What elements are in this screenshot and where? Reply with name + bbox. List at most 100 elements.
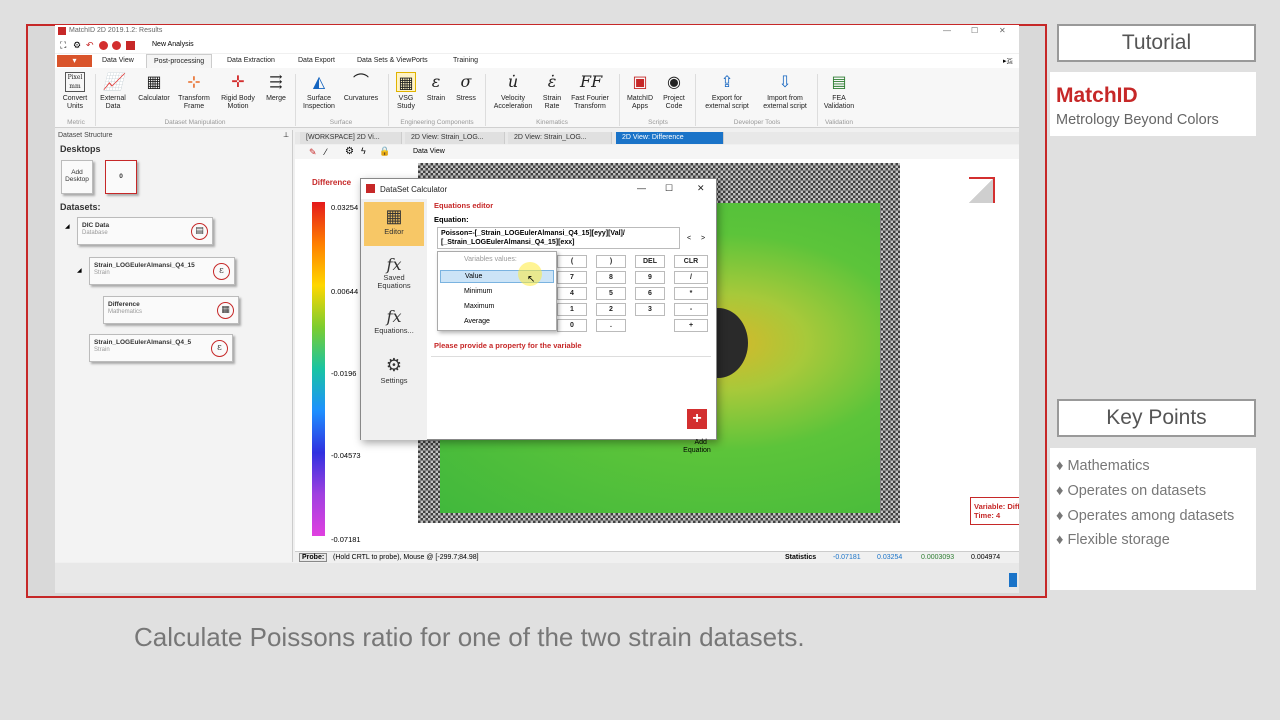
- tab-data-view[interactable]: Data View: [95, 54, 141, 68]
- edit-icon[interactable]: ✎: [309, 147, 317, 158]
- matchid-apps-button[interactable]: ▣ MatchID Apps: [623, 72, 657, 111]
- tab-2d-view-strain-2[interactable]: 2D View: Strain_LOG...: [508, 132, 612, 144]
- probe-label[interactable]: Probe:: [299, 553, 328, 562]
- expand-icon[interactable]: ◢: [77, 267, 82, 274]
- option-average[interactable]: Average: [464, 318, 490, 325]
- curvatures-button[interactable]: ⌒ Curvatures: [341, 72, 381, 103]
- surface-inspection-button[interactable]: ◭ Surface Inspection: [299, 72, 339, 111]
- fft-button[interactable]: FF Fast Fourier Transform: [567, 72, 613, 111]
- transform-frame-button[interactable]: ⊹ Transform Frame: [175, 72, 213, 111]
- settings-icon[interactable]: ⚙: [345, 146, 354, 157]
- stop-icon[interactable]: [99, 41, 108, 50]
- key-multiply[interactable]: *: [674, 287, 708, 300]
- eyedropper-icon[interactable]: ⁄: [325, 147, 327, 157]
- convert-units-button[interactable]: Pixel mm Convert Units: [59, 72, 91, 111]
- scale-tick: -0.07181: [331, 535, 361, 544]
- close-icon[interactable]: ✕: [999, 26, 1006, 35]
- option-minimum[interactable]: Minimum: [464, 288, 492, 295]
- close-icon[interactable]: ✕: [697, 183, 705, 194]
- new-analysis-icon[interactable]: [126, 41, 135, 50]
- velocity-acceleration-button[interactable]: u̇ Velocity Acceleration: [489, 72, 537, 111]
- dataset-strain-q4-15[interactable]: Strain_LOGEulerAlmansi_Q4_15 Strain ε: [89, 257, 235, 285]
- status-bar: Probe: (Hold CRTL to probe), Mouse @ [-2…: [295, 551, 1019, 563]
- vsg-study-button[interactable]: ▦ VSG Study: [392, 72, 420, 111]
- minimize-icon[interactable]: —: [637, 183, 646, 193]
- fullscreen-icon[interactable]: ⛶: [60, 40, 66, 51]
- key-4[interactable]: 4: [557, 287, 587, 300]
- key-3[interactable]: 3: [635, 303, 665, 316]
- project-code-button[interactable]: ◉ Project Code: [659, 72, 689, 111]
- cursor-left-button[interactable]: <: [687, 235, 691, 242]
- key-dot[interactable]: .: [596, 319, 626, 332]
- new-analysis-label[interactable]: New Analysis: [152, 41, 194, 48]
- stat-min: -0.07181: [833, 554, 861, 561]
- expand-icon[interactable]: ◢: [65, 223, 70, 230]
- saved-equations-button[interactable]: fx Saved Equations: [364, 255, 424, 299]
- maximize-icon[interactable]: ☐: [971, 26, 978, 35]
- editor-button[interactable]: ▦ Editor: [364, 202, 424, 246]
- brand-box: MatchID Metrology Beyond Colors: [1050, 72, 1256, 136]
- key-del[interactable]: DEL: [635, 255, 665, 268]
- window-title: MatchID 2D 2019.1.2: Results: [69, 27, 163, 34]
- import-external-script-button[interactable]: ⇩ Import from external script: [757, 72, 813, 111]
- mouse-cursor-icon: ↖: [527, 274, 536, 285]
- record-icon[interactable]: [112, 41, 121, 50]
- option-maximum[interactable]: Maximum: [464, 303, 494, 310]
- add-desktop-button[interactable]: Add Desktop: [61, 160, 93, 194]
- key-plus[interactable]: +: [674, 319, 708, 332]
- key-divide[interactable]: /: [674, 271, 708, 284]
- tab-2d-view-difference[interactable]: 2D View: Difference: [616, 132, 724, 144]
- key-6[interactable]: 6: [635, 287, 665, 300]
- external-data-button[interactable]: 📈 External Data: [99, 72, 127, 111]
- tab-data-extraction[interactable]: Data Extraction: [220, 54, 282, 68]
- dataset-dic-data[interactable]: DIC Data Database ▤: [77, 217, 213, 245]
- flash-icon[interactable]: ϟ: [361, 146, 366, 156]
- cursor-right-button[interactable]: >: [701, 235, 705, 242]
- tab-post-processing[interactable]: Post-processing: [146, 54, 213, 68]
- tab-datasets-viewports[interactable]: Data Sets & ViewPorts: [350, 54, 435, 68]
- stress-button[interactable]: σ Stress: [452, 72, 480, 103]
- dataset-strain-q4-5[interactable]: Strain_LOGEulerAlmansi_Q4_5 Strain ε: [89, 334, 233, 362]
- undo-icon[interactable]: ↶: [86, 40, 94, 51]
- tab-training[interactable]: Training: [446, 54, 485, 68]
- equation-input[interactable]: Poisson=-[_Strain_LOGEulerAlmansi_Q4_15]…: [437, 227, 680, 249]
- strain-rate-button[interactable]: ε̇ Strain Rate: [538, 72, 566, 111]
- gear-icon[interactable]: ⚙: [73, 40, 81, 51]
- separator: [95, 74, 96, 126]
- key-close-paren[interactable]: ): [596, 255, 626, 268]
- key-0[interactable]: 0: [557, 319, 587, 332]
- strain-button[interactable]: ε Strain: [422, 72, 450, 103]
- key-open-paren[interactable]: (: [557, 255, 587, 268]
- key-1[interactable]: 1: [557, 303, 587, 316]
- calculator-button[interactable]: ▦ Calculator: [135, 72, 173, 103]
- key-9[interactable]: 9: [635, 271, 665, 284]
- pin-icon[interactable]: ⊥: [283, 131, 289, 139]
- rigid-body-motion-button[interactable]: ✛ Rigid Body Motion: [215, 72, 261, 111]
- separator: [695, 74, 696, 126]
- desktop-0[interactable]: 0: [105, 160, 137, 194]
- key-7[interactable]: 7: [557, 271, 587, 284]
- minimize-icon[interactable]: —: [943, 26, 951, 35]
- settings-button[interactable]: ⚙ Settings: [364, 355, 424, 395]
- file-menu-button[interactable]: ▾: [57, 55, 92, 67]
- key-2[interactable]: 2: [596, 303, 626, 316]
- key-clr[interactable]: CLR: [674, 255, 708, 268]
- key-8[interactable]: 8: [596, 271, 626, 284]
- equations-button[interactable]: fx Equations...: [364, 307, 424, 347]
- export-external-script-button[interactable]: ⇪ Export for external script: [699, 72, 755, 111]
- dataset-difference[interactable]: Difference Mathematics ▦: [103, 296, 239, 324]
- merge-button[interactable]: ⇶ Merge: [261, 72, 291, 103]
- fea-validation-button[interactable]: ▤ FEA Validation: [819, 72, 859, 111]
- key-5[interactable]: 5: [596, 287, 626, 300]
- view-corner-icon[interactable]: [969, 177, 995, 203]
- tab-data-export[interactable]: Data Export: [291, 54, 342, 68]
- maximize-icon[interactable]: ☐: [665, 183, 673, 194]
- lock-icon[interactable]: 🔒: [379, 146, 390, 157]
- export-icon: ⇪: [720, 72, 734, 91]
- tab-2d-view-strain-1[interactable]: 2D View: Strain_LOG...: [405, 132, 505, 144]
- tab-workspace[interactable]: [WORKSPACE] 2D Vi...: [300, 132, 402, 144]
- dataset-structure-panel: Dataset Structure ⊥ Desktops Add Desktop…: [55, 130, 293, 562]
- flag-icon[interactable]: ▸🇬: [1003, 57, 1013, 66]
- key-minus[interactable]: -: [674, 303, 708, 316]
- add-equation-button[interactable]: + Add Equation: [679, 393, 715, 463]
